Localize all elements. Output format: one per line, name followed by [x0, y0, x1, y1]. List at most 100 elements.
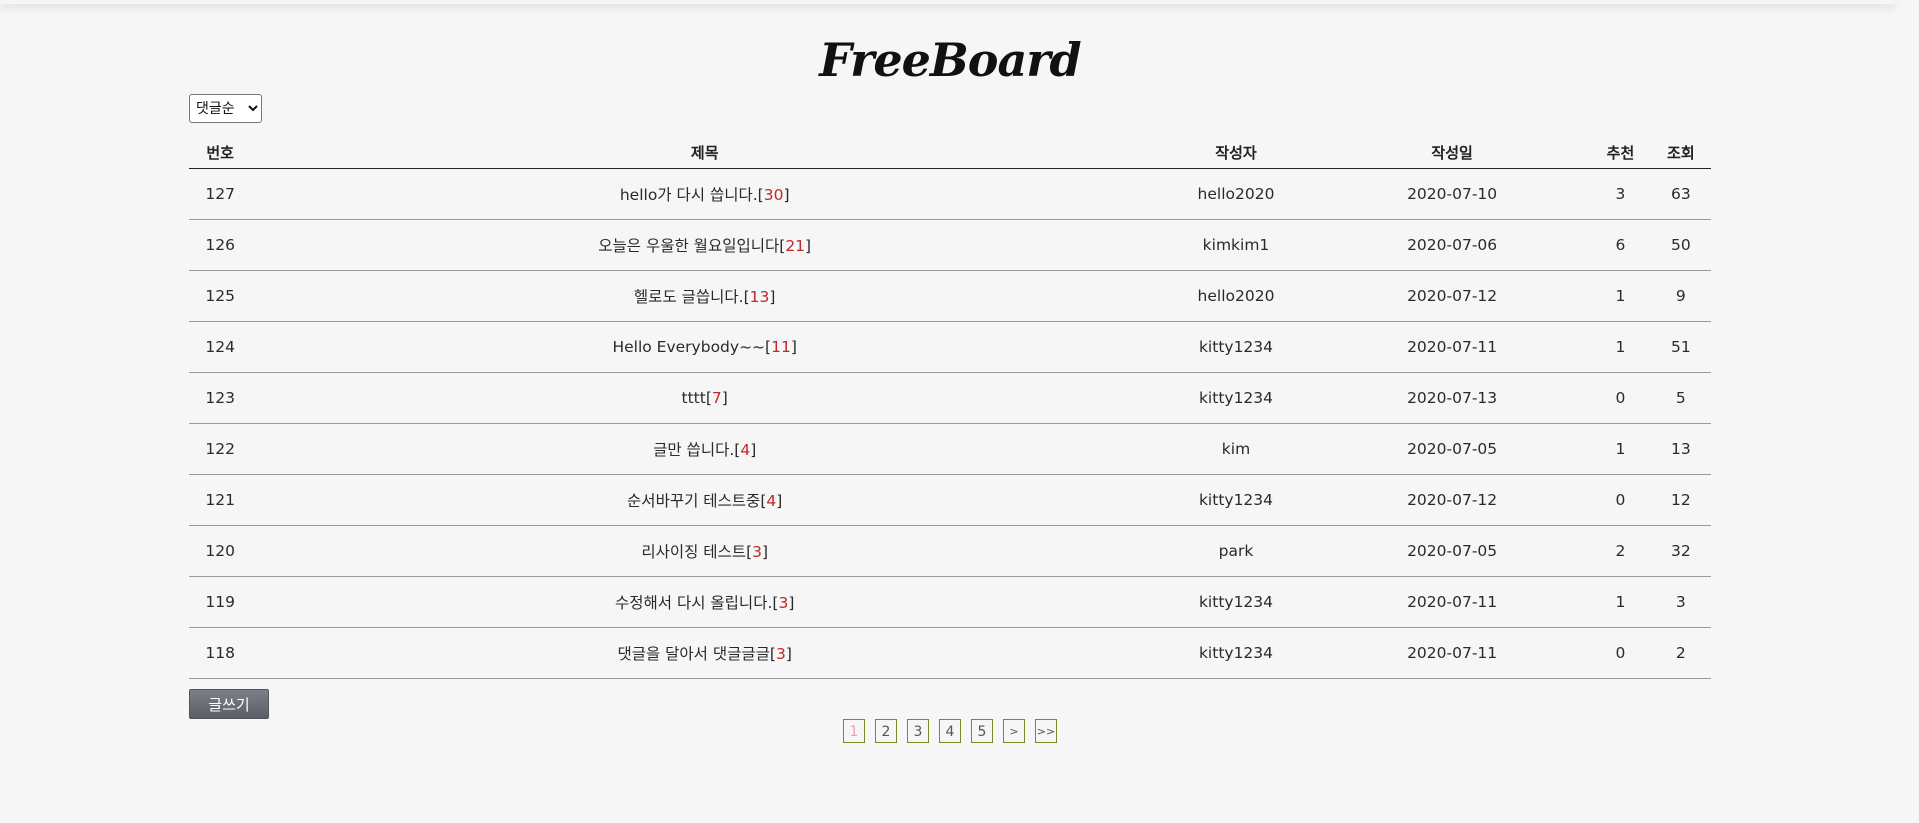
post-writer: kitty1234 [1158, 576, 1314, 628]
post-num: 126 [189, 219, 252, 271]
post-recommend: 2 [1590, 525, 1651, 577]
post-date: 2020-07-13 [1313, 372, 1591, 424]
header-date: 작성일 [1313, 136, 1591, 169]
post-views: 2 [1650, 627, 1711, 679]
post-writer: kitty1234 [1158, 627, 1314, 679]
post-title-link[interactable]: 수정해서 다시 올립니다.[3] [251, 576, 1159, 628]
post-date: 2020-07-11 [1313, 627, 1591, 679]
sort-select[interactable]: 댓글순 [189, 94, 262, 123]
header-views: 조회 [1650, 136, 1711, 169]
table-row: 123 tttt[7] kitty1234 2020-07-13 0 5 [189, 372, 1711, 424]
page-last-button[interactable]: >> [1035, 719, 1057, 743]
post-recommend: 0 [1590, 372, 1651, 424]
post-num: 123 [189, 372, 252, 424]
post-title-link[interactable]: 오늘은 우울한 월요일입니다[21] [251, 219, 1159, 271]
table-row: 119 수정해서 다시 올립니다.[3] kitty1234 2020-07-1… [189, 576, 1711, 628]
page-next-button[interactable]: > [1003, 719, 1025, 743]
post-num: 127 [189, 168, 252, 220]
post-num: 122 [189, 423, 252, 475]
comment-count: 4 [766, 492, 777, 510]
pagination: 1 2 3 4 5 > >> [189, 719, 1711, 743]
post-title[interactable]: Hello Everybody~~ [612, 338, 765, 356]
post-title[interactable]: 오늘은 우울한 월요일입니다 [598, 237, 779, 255]
post-title-link[interactable]: 리사이징 테스트[3] [251, 525, 1159, 577]
comment-count: 11 [771, 338, 791, 356]
post-writer: hello2020 [1158, 168, 1314, 220]
post-recommend: 1 [1590, 270, 1651, 322]
post-title[interactable]: 순서바꾸기 테스트중 [627, 492, 760, 510]
post-title-link[interactable]: 댓글을 달아서 댓글글글[3] [251, 627, 1159, 679]
header-num: 번호 [189, 136, 252, 169]
post-title[interactable]: 헬로도 글씁니다. [634, 288, 744, 306]
post-recommend: 3 [1590, 168, 1651, 220]
post-num: 125 [189, 270, 252, 322]
post-views: 5 [1650, 372, 1711, 424]
post-recommend: 1 [1590, 321, 1651, 373]
post-views: 32 [1650, 525, 1711, 577]
table-row: 122 글만 씁니다.[4] kim 2020-07-05 1 13 [189, 423, 1711, 475]
post-date: 2020-07-10 [1313, 168, 1591, 220]
post-title-link[interactable]: 글만 씁니다.[4] [251, 423, 1159, 475]
page-link-4[interactable]: 4 [939, 719, 961, 743]
post-views: 12 [1650, 474, 1711, 526]
table-row: 120 리사이징 테스트[3] park 2020-07-05 2 32 [189, 525, 1711, 577]
write-button[interactable]: 글쓰기 [189, 689, 269, 719]
comment-count: 3 [778, 594, 789, 612]
post-views: 51 [1650, 321, 1711, 373]
post-views: 63 [1650, 168, 1711, 220]
comment-count: 3 [775, 645, 786, 663]
post-writer: kimkim1 [1158, 219, 1314, 271]
post-title[interactable]: 글만 씁니다. [653, 441, 734, 459]
post-date: 2020-07-12 [1313, 474, 1591, 526]
page-link-5[interactable]: 5 [971, 719, 993, 743]
post-title-link[interactable]: 순서바꾸기 테스트중[4] [251, 474, 1159, 526]
post-title-link[interactable]: Hello Everybody~~[11] [251, 321, 1159, 373]
header-recommend: 추천 [1590, 136, 1651, 169]
post-title-link[interactable]: tttt[7] [251, 372, 1159, 424]
page-title: FreeBoard [819, 33, 1081, 87]
table-header-row: 번호 제목 작성자 작성일 추천 조회 [189, 136, 1711, 169]
post-num: 124 [189, 321, 252, 373]
post-title[interactable]: hello가 다시 씁니다. [620, 186, 758, 204]
page-link-2[interactable]: 2 [875, 719, 897, 743]
comment-count: 7 [711, 389, 722, 407]
header-writer: 작성자 [1158, 136, 1314, 169]
table-row: 127 hello가 다시 씁니다.[30] hello2020 2020-07… [189, 168, 1711, 220]
post-title[interactable]: tttt [682, 389, 706, 407]
post-title[interactable]: 댓글을 달아서 댓글글글 [617, 645, 769, 663]
post-date: 2020-07-12 [1313, 270, 1591, 322]
page-link-3[interactable]: 3 [907, 719, 929, 743]
post-title[interactable]: 수정해서 다시 올립니다. [615, 594, 772, 612]
post-date: 2020-07-05 [1313, 525, 1591, 577]
post-views: 3 [1650, 576, 1711, 628]
post-recommend: 0 [1590, 474, 1651, 526]
post-date: 2020-07-11 [1313, 321, 1591, 373]
page-link-1[interactable]: 1 [843, 719, 865, 743]
table-row: 118 댓글을 달아서 댓글글글[3] kitty1234 2020-07-11… [189, 627, 1711, 679]
post-num: 121 [189, 474, 252, 526]
table-row: 124 Hello Everybody~~[11] kitty1234 2020… [189, 321, 1711, 373]
post-title[interactable]: 리사이징 테스트 [641, 543, 746, 561]
post-date: 2020-07-11 [1313, 576, 1591, 628]
post-writer: kim [1158, 423, 1314, 475]
post-views: 9 [1650, 270, 1711, 322]
post-writer: hello2020 [1158, 270, 1314, 322]
post-views: 50 [1650, 219, 1711, 271]
post-writer: kitty1234 [1158, 372, 1314, 424]
comment-count: 21 [785, 237, 806, 255]
post-title-link[interactable]: 헬로도 글씁니다.[13] [251, 270, 1159, 322]
table-row: 121 순서바꾸기 테스트중[4] kitty1234 2020-07-12 0… [189, 474, 1711, 526]
post-num: 119 [189, 576, 252, 628]
comment-count: 30 [763, 186, 784, 204]
post-recommend: 6 [1590, 219, 1651, 271]
post-views: 13 [1650, 423, 1711, 475]
post-title-link[interactable]: hello가 다시 씁니다.[30] [251, 168, 1159, 220]
comment-count: 3 [752, 543, 762, 561]
header-title: 제목 [251, 136, 1159, 169]
post-num: 118 [189, 627, 252, 679]
post-date: 2020-07-06 [1313, 219, 1591, 271]
post-writer: kitty1234 [1158, 474, 1314, 526]
post-recommend: 1 [1590, 423, 1651, 475]
comment-count: 4 [740, 441, 751, 459]
post-writer: kitty1234 [1158, 321, 1314, 373]
